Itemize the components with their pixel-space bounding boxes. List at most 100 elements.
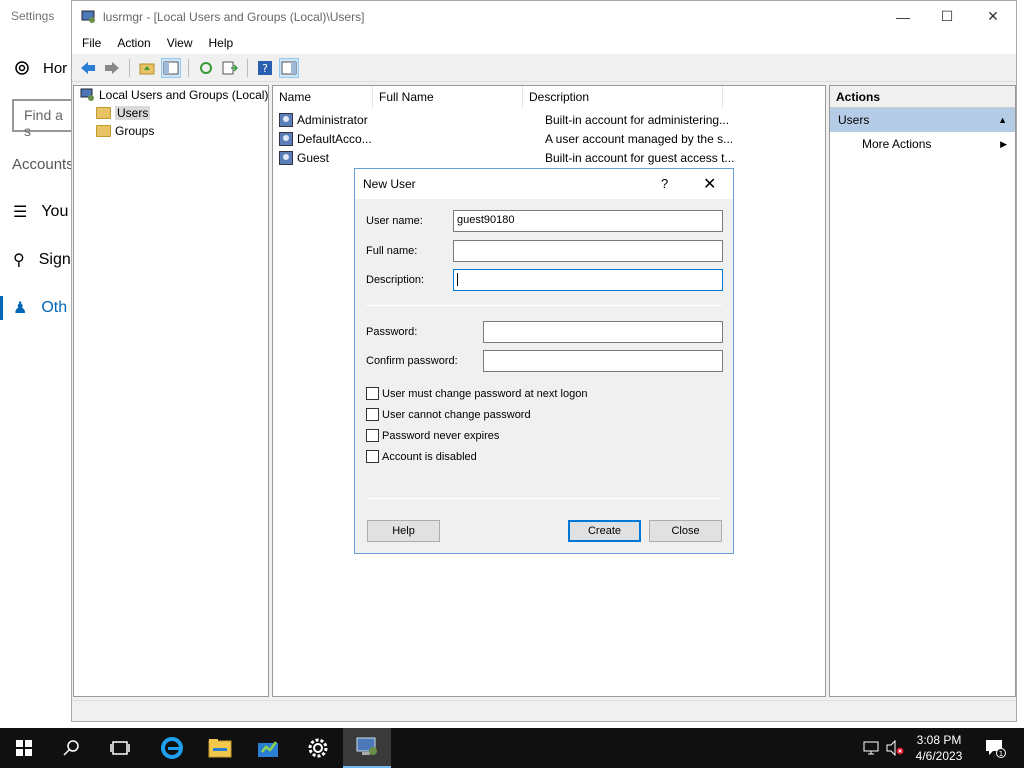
password-label: Password: xyxy=(366,326,418,338)
tree-label: Groups xyxy=(115,124,155,138)
checkbox-label: Password never expires xyxy=(382,429,500,442)
folder-icon xyxy=(96,125,111,137)
console-tree-icon xyxy=(163,61,179,74)
up-one-level-button[interactable] xyxy=(137,58,157,78)
tree-item-groups[interactable]: Groups xyxy=(96,124,154,138)
dialog-close-button[interactable]: Close xyxy=(649,520,722,542)
task-view-button[interactable] xyxy=(96,728,144,768)
close-window-button[interactable]: ✕ xyxy=(970,1,1016,32)
confirm-password-field[interactable] xyxy=(483,350,723,372)
confirm-password-label: Confirm password: xyxy=(366,355,458,367)
maximize-button[interactable]: ☐ xyxy=(924,1,970,32)
taskbar-clock[interactable]: 3:08 PM 4/6/2023 xyxy=(908,732,970,764)
tree-label: Local Users and Groups (Local) xyxy=(99,88,269,102)
action-center-button[interactable]: 1 xyxy=(978,728,1012,768)
settings-nav-sign-in[interactable]: ⚲ Sign xyxy=(13,250,71,270)
create-button[interactable]: Create xyxy=(568,520,641,542)
checkbox-label: Account is disabled xyxy=(382,450,477,463)
collapse-up-icon: ▲ xyxy=(998,115,1007,125)
dialog-help-icon[interactable]: ? xyxy=(661,176,668,191)
column-header-full-name[interactable]: Full Name xyxy=(373,86,523,108)
checkbox-cannot-change-password[interactable]: User cannot change password xyxy=(366,408,531,421)
taskbar-search-button[interactable] xyxy=(48,728,96,768)
more-actions-item[interactable]: More Actions ▶ xyxy=(830,132,1015,156)
menu-action[interactable]: Action xyxy=(117,36,150,50)
row-description: Built-in account for guest access t... xyxy=(545,150,735,165)
description-field[interactable] xyxy=(453,269,723,291)
start-button[interactable] xyxy=(0,728,48,768)
settings-home-link[interactable]: Hor xyxy=(13,59,67,77)
settings-nav-other-users[interactable]: ♟ Oth xyxy=(13,298,67,318)
checkbox-password-never-expires[interactable]: Password never expires xyxy=(366,429,499,442)
folder-up-icon xyxy=(139,63,155,74)
username-label: User name: xyxy=(366,215,423,227)
export-list-button[interactable] xyxy=(220,58,240,78)
minimize-button[interactable]: — xyxy=(880,1,926,32)
gear-icon xyxy=(308,738,328,758)
forward-button[interactable] xyxy=(102,58,122,78)
menu-view[interactable]: View xyxy=(167,36,193,50)
settings-title: Settings xyxy=(11,9,55,23)
checkbox-must-change-password[interactable]: User must change password at next logon xyxy=(366,387,587,400)
checkbox-box xyxy=(366,429,379,442)
file-explorer-icon xyxy=(208,739,232,758)
gear-icon xyxy=(15,61,29,75)
lusrmgr-taskbar-button[interactable] xyxy=(343,728,391,768)
row-name: Guest xyxy=(297,150,330,165)
taskbar: 3:08 PM 4/6/2023 1 xyxy=(0,728,1024,768)
windows-logo-icon xyxy=(16,740,32,756)
column-header-description[interactable]: Description xyxy=(523,86,723,108)
volume-tray-button[interactable] xyxy=(884,728,906,768)
more-actions-label: More Actions xyxy=(862,137,932,151)
dialog-close-icon[interactable]: ✕ xyxy=(703,174,716,194)
dialog-help-button[interactable]: Help xyxy=(367,520,440,542)
help-button[interactable]: ? xyxy=(255,58,275,78)
table-row[interactable]: Administrator Built-in account for admin… xyxy=(279,110,729,129)
user-icon xyxy=(279,131,293,146)
fullname-label: Full name: xyxy=(366,245,418,257)
fullname-field[interactable] xyxy=(453,240,723,262)
internet-explorer-button[interactable] xyxy=(148,728,196,768)
dialog-title-bar[interactable]: New User ? ✕ xyxy=(355,169,733,199)
network-tray-button[interactable] xyxy=(860,728,882,768)
table-row[interactable]: DefaultAcco... A user account managed by… xyxy=(279,129,733,148)
actions-header: Actions xyxy=(830,86,1015,108)
person-list-icon: ☰ xyxy=(13,204,28,221)
toolbar-separator xyxy=(247,58,248,77)
task-view-icon xyxy=(110,741,130,755)
new-user-dialog: New User ? ✕ User name: guest90180 Full … xyxy=(354,168,734,554)
row-name: DefaultAcco... xyxy=(297,131,372,146)
settings-nav-label: Oth xyxy=(41,299,68,316)
clock-time: 3:08 PM xyxy=(916,733,962,747)
file-explorer-button[interactable] xyxy=(196,728,244,768)
menu-file[interactable]: File xyxy=(82,36,101,50)
show-hide-action-pane-button[interactable] xyxy=(279,57,299,78)
refresh-button[interactable] xyxy=(196,58,216,78)
actions-section-users[interactable]: Users ▲ xyxy=(830,108,1015,132)
clock-date: 4/6/2023 xyxy=(915,749,963,763)
title-bar[interactable]: lusrmgr - [Local Users and Groups (Local… xyxy=(72,1,1016,32)
show-hide-console-tree-button[interactable] xyxy=(161,57,181,78)
settings-nav-label: You xyxy=(41,203,69,220)
menu-help[interactable]: Help xyxy=(209,36,234,50)
tree-item-root[interactable]: Local Users and Groups (Local) xyxy=(80,88,268,102)
svg-text:?: ? xyxy=(262,62,268,75)
settings-button[interactable] xyxy=(294,728,342,768)
settings-nav-your-info[interactable]: ☰ You xyxy=(13,202,68,222)
computer-users-icon xyxy=(356,737,377,755)
checkbox-account-disabled[interactable]: Account is disabled xyxy=(366,450,477,463)
search-icon xyxy=(63,740,79,756)
back-button[interactable] xyxy=(78,58,98,78)
column-header-name[interactable]: Name xyxy=(273,86,373,108)
tree-item-users[interactable]: Users xyxy=(96,106,151,120)
dialog-separator xyxy=(366,498,722,499)
table-row[interactable]: Guest Built-in account for guest access … xyxy=(279,148,734,167)
server-manager-button[interactable] xyxy=(244,728,292,768)
checkbox-box xyxy=(366,408,379,421)
checkbox-label: User must change password at next logon xyxy=(382,387,588,400)
folder-icon xyxy=(96,107,111,119)
username-field[interactable]: guest90180 xyxy=(453,210,723,232)
user-icon xyxy=(279,150,293,165)
settings-section-title: Accounts xyxy=(12,156,74,173)
password-field[interactable] xyxy=(483,321,723,343)
